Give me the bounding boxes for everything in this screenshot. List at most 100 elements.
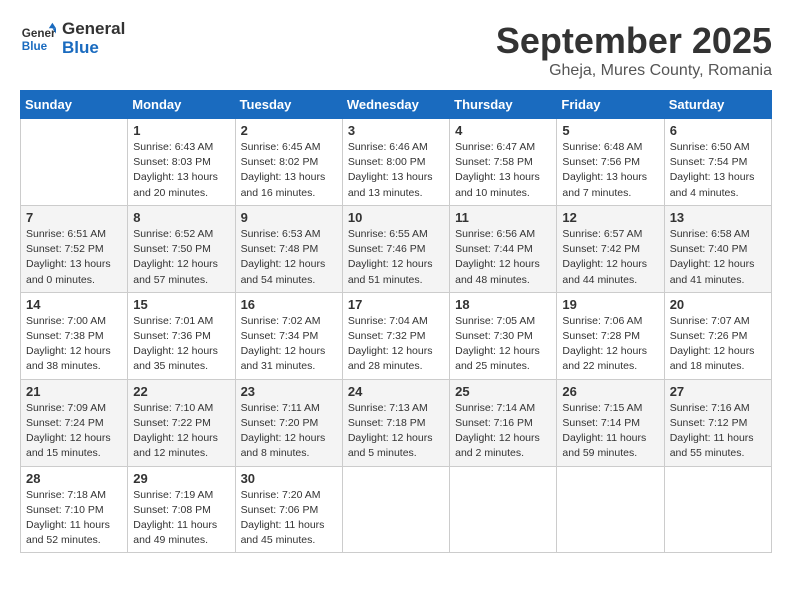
- calendar-cell: 9 Sunrise: 6:53 AM Sunset: 7:48 PM Daylig…: [235, 205, 342, 292]
- calendar-cell: 10 Sunrise: 6:55 AM Sunset: 7:46 PM Dayli…: [342, 205, 449, 292]
- day-info: Sunrise: 7:02 AM Sunset: 7:34 PM Dayligh…: [241, 314, 337, 375]
- calendar-cell: 18 Sunrise: 7:05 AM Sunset: 7:30 PM Dayli…: [450, 292, 557, 379]
- day-number: 3: [348, 123, 444, 138]
- calendar-cell: 19 Sunrise: 7:06 AM Sunset: 7:28 PM Dayli…: [557, 292, 664, 379]
- calendar-cell: 28 Sunrise: 7:18 AM Sunset: 7:10 PM Dayli…: [21, 466, 128, 553]
- calendar-cell: 20Sunrise: 7:07 AM Sunset: 7:26 PM Dayli…: [664, 292, 771, 379]
- calendar-cell: 14 Sunrise: 7:00 AM Sunset: 7:38 PM Dayli…: [21, 292, 128, 379]
- day-number: 9: [241, 210, 337, 225]
- day-number: 15: [133, 297, 229, 312]
- week-row-5: 28 Sunrise: 7:18 AM Sunset: 7:10 PM Dayli…: [21, 466, 772, 553]
- calendar-cell: 1 Sunrise: 6:43 AM Sunset: 8:03 PM Daylig…: [128, 119, 235, 206]
- month-title: September 2025: [496, 20, 772, 62]
- day-info: Sunrise: 6:58 AM Sunset: 7:40 PM Dayligh…: [670, 227, 766, 288]
- calendar-cell: 30 Sunrise: 7:20 AM Sunset: 7:06 PM Dayli…: [235, 466, 342, 553]
- day-number: 7: [26, 210, 122, 225]
- calendar-cell: [557, 466, 664, 553]
- calendar-cell: 25Sunrise: 7:14 AM Sunset: 7:16 PM Dayli…: [450, 379, 557, 466]
- week-row-3: 14 Sunrise: 7:00 AM Sunset: 7:38 PM Dayli…: [21, 292, 772, 379]
- day-number: 18: [455, 297, 551, 312]
- calendar-cell: 4Sunrise: 6:47 AM Sunset: 7:58 PM Daylig…: [450, 119, 557, 206]
- day-number: 24: [348, 384, 444, 399]
- day-info: Sunrise: 7:10 AM Sunset: 7:22 PM Dayligh…: [133, 401, 229, 462]
- day-number: 6: [670, 123, 766, 138]
- day-number: 23: [241, 384, 337, 399]
- day-info: Sunrise: 7:06 AM Sunset: 7:28 PM Dayligh…: [562, 314, 658, 375]
- calendar-cell: 16 Sunrise: 7:02 AM Sunset: 7:34 PM Dayli…: [235, 292, 342, 379]
- day-info: Sunrise: 7:19 AM Sunset: 7:08 PM Dayligh…: [133, 488, 229, 549]
- day-info: Sunrise: 6:45 AM Sunset: 8:02 PM Dayligh…: [241, 140, 337, 201]
- week-row-4: 21 Sunrise: 7:09 AM Sunset: 7:24 PM Dayli…: [21, 379, 772, 466]
- day-number: 19: [562, 297, 658, 312]
- day-info: Sunrise: 7:04 AM Sunset: 7:32 PM Dayligh…: [348, 314, 444, 375]
- location-title: Gheja, Mures County, Romania: [496, 62, 772, 80]
- day-number: 13: [670, 210, 766, 225]
- weekday-header-row: SundayMondayTuesdayWednesdayThursdayFrid…: [21, 91, 772, 119]
- weekday-header-monday: Monday: [128, 91, 235, 119]
- day-number: 25: [455, 384, 551, 399]
- logo-blue-text: Blue: [62, 39, 125, 58]
- calendar-cell: 27 Sunrise: 7:16 AM Sunset: 7:12 PM Dayli…: [664, 379, 771, 466]
- day-number: 29: [133, 471, 229, 486]
- calendar-cell: 11 Sunrise: 6:56 AM Sunset: 7:44 PM Dayli…: [450, 205, 557, 292]
- day-number: 27: [670, 384, 766, 399]
- day-info: Sunrise: 7:00 AM Sunset: 7:38 PM Dayligh…: [26, 314, 122, 375]
- day-number: 1: [133, 123, 229, 138]
- day-number: 17: [348, 297, 444, 312]
- calendar-cell: 12 Sunrise: 6:57 AM Sunset: 7:42 PM Dayli…: [557, 205, 664, 292]
- calendar-cell: 23 Sunrise: 7:11 AM Sunset: 7:20 PM Dayli…: [235, 379, 342, 466]
- calendar-cell: 6Sunrise: 6:50 AM Sunset: 7:54 PM Daylig…: [664, 119, 771, 206]
- day-info: Sunrise: 6:43 AM Sunset: 8:03 PM Dayligh…: [133, 140, 229, 201]
- day-number: 12: [562, 210, 658, 225]
- calendar-cell: 21 Sunrise: 7:09 AM Sunset: 7:24 PM Dayli…: [21, 379, 128, 466]
- day-info: Sunrise: 6:47 AM Sunset: 7:58 PM Dayligh…: [455, 140, 551, 201]
- day-info: Sunrise: 6:51 AM Sunset: 7:52 PM Dayligh…: [26, 227, 122, 288]
- day-info: Sunrise: 7:05 AM Sunset: 7:30 PM Dayligh…: [455, 314, 551, 375]
- day-info: Sunrise: 7:18 AM Sunset: 7:10 PM Dayligh…: [26, 488, 122, 549]
- day-number: 26: [562, 384, 658, 399]
- day-number: 16: [241, 297, 337, 312]
- day-info: Sunrise: 6:55 AM Sunset: 7:46 PM Dayligh…: [348, 227, 444, 288]
- calendar-cell: 8Sunrise: 6:52 AM Sunset: 7:50 PM Daylig…: [128, 205, 235, 292]
- day-info: Sunrise: 6:57 AM Sunset: 7:42 PM Dayligh…: [562, 227, 658, 288]
- calendar-cell: [21, 119, 128, 206]
- weekday-header-friday: Friday: [557, 91, 664, 119]
- calendar-cell: 24 Sunrise: 7:13 AM Sunset: 7:18 PM Dayli…: [342, 379, 449, 466]
- day-info: Sunrise: 7:16 AM Sunset: 7:12 PM Dayligh…: [670, 401, 766, 462]
- day-info: Sunrise: 7:13 AM Sunset: 7:18 PM Dayligh…: [348, 401, 444, 462]
- day-number: 11: [455, 210, 551, 225]
- day-info: Sunrise: 6:56 AM Sunset: 7:44 PM Dayligh…: [455, 227, 551, 288]
- calendar-cell: 15Sunrise: 7:01 AM Sunset: 7:36 PM Dayli…: [128, 292, 235, 379]
- weekday-header-tuesday: Tuesday: [235, 91, 342, 119]
- svg-text:General: General: [22, 27, 56, 40]
- week-row-1: 1 Sunrise: 6:43 AM Sunset: 8:03 PM Daylig…: [21, 119, 772, 206]
- weekday-header-sunday: Sunday: [21, 91, 128, 119]
- day-number: 10: [348, 210, 444, 225]
- weekday-header-saturday: Saturday: [664, 91, 771, 119]
- weekday-header-wednesday: Wednesday: [342, 91, 449, 119]
- day-info: Sunrise: 6:46 AM Sunset: 8:00 PM Dayligh…: [348, 140, 444, 201]
- day-number: 22: [133, 384, 229, 399]
- day-info: Sunrise: 6:53 AM Sunset: 7:48 PM Dayligh…: [241, 227, 337, 288]
- calendar-cell: [342, 466, 449, 553]
- week-row-2: 7 Sunrise: 6:51 AM Sunset: 7:52 PM Daylig…: [21, 205, 772, 292]
- day-info: Sunrise: 6:52 AM Sunset: 7:50 PM Dayligh…: [133, 227, 229, 288]
- day-number: 30: [241, 471, 337, 486]
- title-area: September 2025 Gheja, Mures County, Roma…: [496, 20, 772, 80]
- calendar-cell: 7 Sunrise: 6:51 AM Sunset: 7:52 PM Daylig…: [21, 205, 128, 292]
- calendar-cell: 5Sunrise: 6:48 AM Sunset: 7:56 PM Daylig…: [557, 119, 664, 206]
- day-number: 21: [26, 384, 122, 399]
- day-info: Sunrise: 7:15 AM Sunset: 7:14 PM Dayligh…: [562, 401, 658, 462]
- day-info: Sunrise: 7:09 AM Sunset: 7:24 PM Dayligh…: [26, 401, 122, 462]
- calendar-cell: 29 Sunrise: 7:19 AM Sunset: 7:08 PM Dayli…: [128, 466, 235, 553]
- day-info: Sunrise: 7:11 AM Sunset: 7:20 PM Dayligh…: [241, 401, 337, 462]
- calendar-cell: 26 Sunrise: 7:15 AM Sunset: 7:14 PM Dayli…: [557, 379, 664, 466]
- day-info: Sunrise: 7:20 AM Sunset: 7:06 PM Dayligh…: [241, 488, 337, 549]
- calendar-cell: [664, 466, 771, 553]
- svg-text:Blue: Blue: [22, 39, 48, 52]
- page-header: General Blue General Blue September 2025…: [20, 20, 772, 80]
- calendar-cell: [450, 466, 557, 553]
- day-number: 28: [26, 471, 122, 486]
- day-number: 14: [26, 297, 122, 312]
- calendar-cell: 13 Sunrise: 6:58 AM Sunset: 7:40 PM Dayli…: [664, 205, 771, 292]
